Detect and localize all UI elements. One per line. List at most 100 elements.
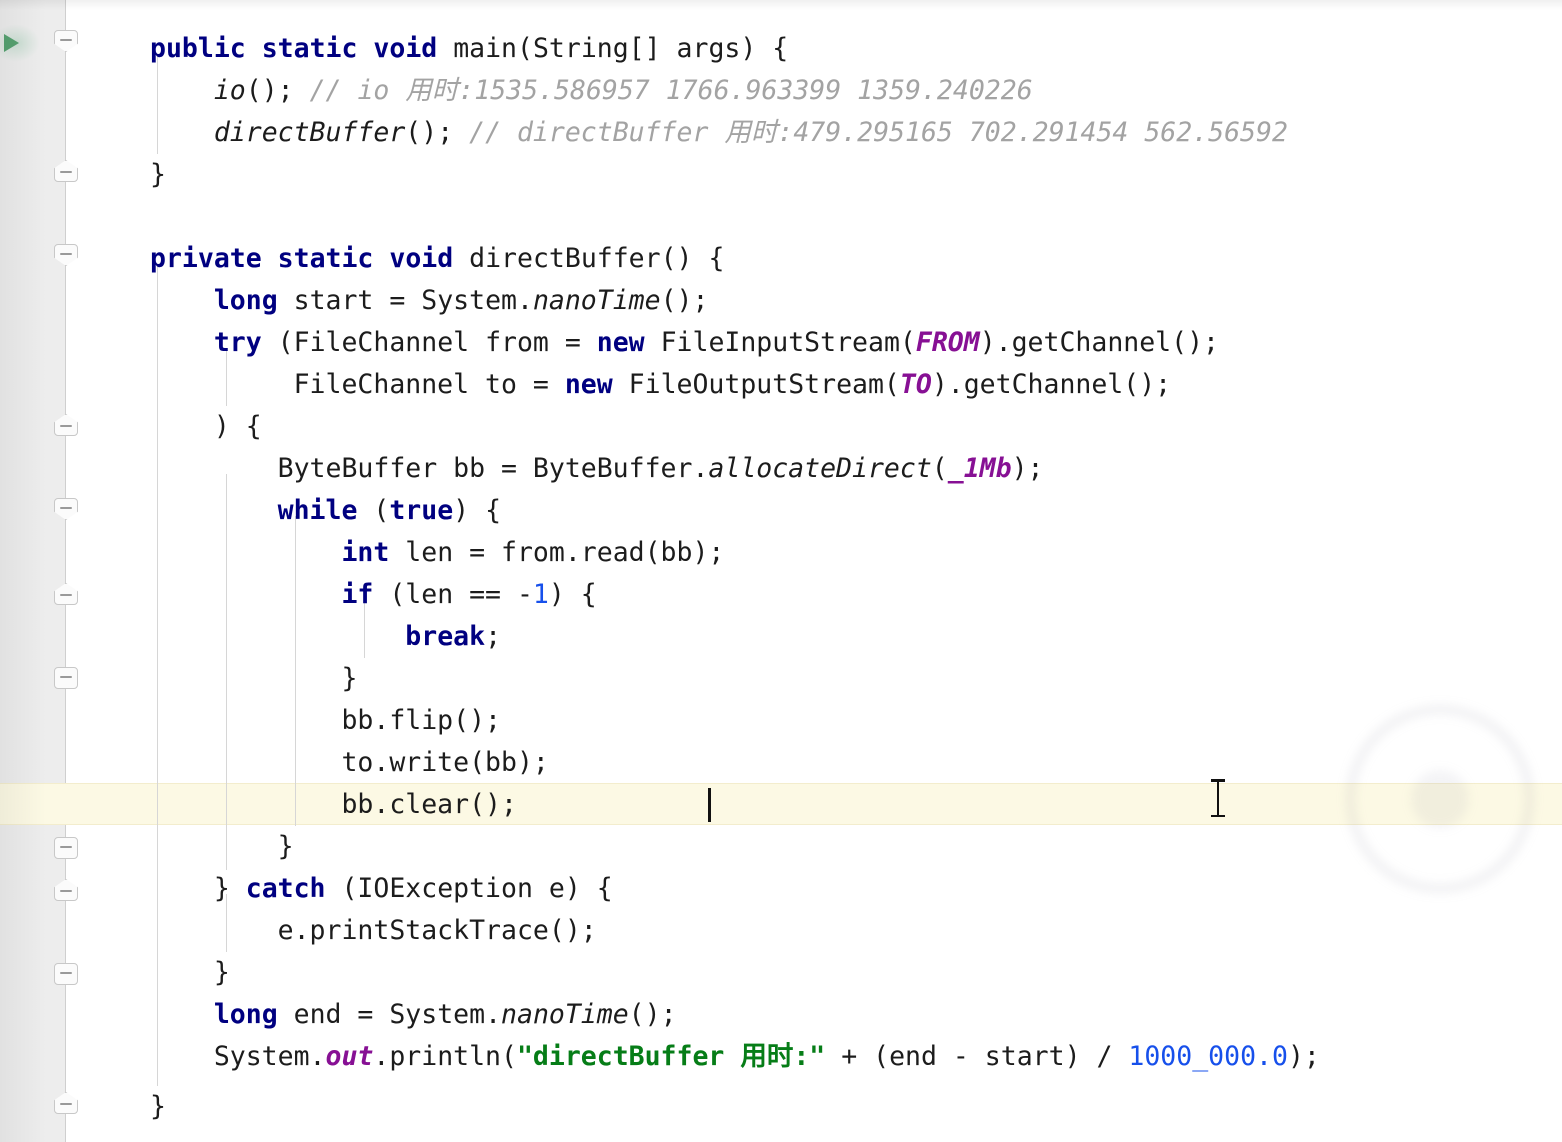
- code-token-kw: try: [213, 327, 262, 358]
- code-token-pln: directBuffer() {: [453, 243, 725, 274]
- minus-icon: [60, 253, 72, 255]
- minus-icon: [60, 507, 72, 509]
- code-token-pln: ();: [628, 999, 677, 1030]
- mouse-text-cursor: [1211, 778, 1225, 818]
- fold-marker-shape: [54, 498, 78, 520]
- code-token-cmt: // io 用时:1535.586957 1766.963399 1359.24…: [309, 75, 1033, 106]
- code-line[interactable]: }: [150, 952, 230, 994]
- code-token-pln: ;: [485, 621, 502, 652]
- code-line[interactable]: System.out.println("directBuffer 用时:" + …: [150, 1036, 1320, 1078]
- code-line[interactable]: }: [150, 826, 294, 868]
- code-editor[interactable]: public static void main(String[] args) {…: [0, 0, 1562, 1142]
- code-line[interactable]: directBuffer(); // directBuffer 用时:479.2…: [150, 112, 1288, 154]
- code-line[interactable]: while (true) {: [150, 490, 501, 532]
- code-token-pln: [150, 75, 214, 106]
- fold-marker-up[interactable]: [54, 879, 78, 901]
- code-token-pln: [357, 33, 373, 64]
- code-line[interactable]: long end = System.nanoTime();: [150, 994, 677, 1036]
- watermark-inner-circle: [1411, 770, 1469, 828]
- code-token-pln: [262, 243, 278, 274]
- code-line[interactable]: long start = System.nanoTime();: [150, 280, 709, 322]
- code-token-num: 1000_000.0: [1128, 1041, 1288, 1072]
- code-line[interactable]: ByteBuffer bb = ByteBuffer.allocateDirec…: [150, 448, 1044, 490]
- run-gutter-icon[interactable]: [4, 34, 19, 52]
- fold-marker-down[interactable]: [54, 244, 78, 266]
- code-token-pln: e.printStackTrace();: [150, 915, 597, 946]
- ibeam-bottom-bar: [1211, 814, 1225, 817]
- minus-icon: [60, 846, 72, 848]
- code-line[interactable]: to.write(bb);: [150, 742, 549, 784]
- fold-marker-down[interactable]: [54, 30, 78, 52]
- watermark-circle: [1346, 705, 1534, 893]
- code-line[interactable]: break;: [150, 616, 501, 658]
- code-token-pln: FileOutputStream(: [612, 369, 900, 400]
- code-token-pln: to.write(bb);: [150, 747, 549, 778]
- fold-marker-flat[interactable]: [54, 667, 78, 689]
- fold-marker-shape: [54, 30, 78, 52]
- fold-marker-shape: [54, 667, 78, 689]
- code-token-pln: [150, 495, 278, 526]
- code-line[interactable]: io(); // io 用时:1535.586957 1766.963399 1…: [150, 70, 1033, 112]
- code-line[interactable]: bb.flip();: [150, 700, 501, 742]
- code-line[interactable]: int len = from.read(bb);: [150, 532, 724, 574]
- code-token-pln: [150, 537, 341, 568]
- code-line[interactable]: e.printStackTrace();: [150, 910, 597, 952]
- code-line[interactable]: public static void main(String[] args) {: [150, 28, 788, 70]
- code-token-pln: [373, 243, 389, 274]
- ibeam-stem: [1217, 781, 1219, 815]
- code-line[interactable]: try (FileChannel from = new FileInputStr…: [150, 322, 1219, 364]
- code-token-pln: main(String[] args) {: [437, 33, 789, 64]
- code-token-pln: bb.flip();: [150, 705, 501, 736]
- code-token-kw: public: [150, 33, 246, 64]
- fold-marker-down[interactable]: [54, 498, 78, 520]
- code-token-pln: ();: [245, 75, 310, 106]
- code-token-pln: end = System.: [277, 999, 502, 1030]
- code-token-cst: FROM: [915, 327, 980, 358]
- code-token-kw: if: [341, 579, 374, 610]
- minus-icon: [60, 890, 72, 892]
- code-line[interactable]: if (len == -1) {: [150, 574, 596, 616]
- code-line[interactable]: private static void directBuffer() {: [150, 238, 724, 280]
- minus-icon: [60, 594, 72, 596]
- code-line[interactable]: } catch (IOException e) {: [150, 868, 613, 910]
- code-token-pln: (FileChannel from =: [261, 327, 597, 358]
- fold-marker-up[interactable]: [54, 1092, 78, 1114]
- fold-marker-up[interactable]: [54, 414, 78, 436]
- code-token-mth: nanoTime: [532, 285, 661, 316]
- code-token-pln: [150, 117, 214, 148]
- code-line[interactable]: }: [150, 658, 357, 700]
- code-line[interactable]: FileChannel to = new FileOutputStream(TO…: [150, 364, 1172, 406]
- code-line[interactable]: bb.clear();: [150, 784, 517, 826]
- code-token-pln: [150, 999, 214, 1030]
- minus-icon: [60, 39, 72, 41]
- code-token-pln: [150, 621, 405, 652]
- code-token-cst: _1Mb: [947, 453, 1012, 484]
- code-token-pln: }: [150, 1091, 166, 1122]
- text-caret: [708, 788, 711, 822]
- code-token-kw: true: [389, 495, 454, 526]
- code-token-kw: private: [150, 243, 262, 274]
- code-token-mth: directBuffer: [213, 117, 406, 148]
- code-token-mth: allocateDirect: [708, 453, 932, 484]
- code-line[interactable]: }: [150, 1086, 166, 1128]
- code-token-pln: [150, 285, 214, 316]
- code-token-pln: (: [357, 495, 390, 526]
- code-content[interactable]: public static void main(String[] args) {…: [150, 0, 1562, 1142]
- minus-icon: [60, 1103, 72, 1105]
- fold-marker-up[interactable]: [54, 583, 78, 605]
- code-token-pln: );: [1011, 453, 1044, 484]
- fold-marker-flat[interactable]: [54, 963, 78, 985]
- code-token-pln: ();: [405, 117, 470, 148]
- fold-marker-up[interactable]: [54, 160, 78, 182]
- code-line[interactable]: ) {: [150, 406, 262, 448]
- code-token-cmt: // directBuffer 用时:479.295165 702.291454…: [469, 117, 1288, 148]
- editor-fold-gutter[interactable]: [66, 0, 150, 1142]
- code-token-pln: );: [1287, 1041, 1320, 1072]
- code-token-pln: [150, 327, 214, 358]
- code-token-pln: ();: [660, 285, 709, 316]
- code-line[interactable]: }: [150, 154, 166, 196]
- fold-marker-flat[interactable]: [54, 837, 78, 859]
- fold-marker-shape: [54, 244, 78, 266]
- minus-icon: [60, 972, 72, 974]
- code-token-pln: [246, 33, 262, 64]
